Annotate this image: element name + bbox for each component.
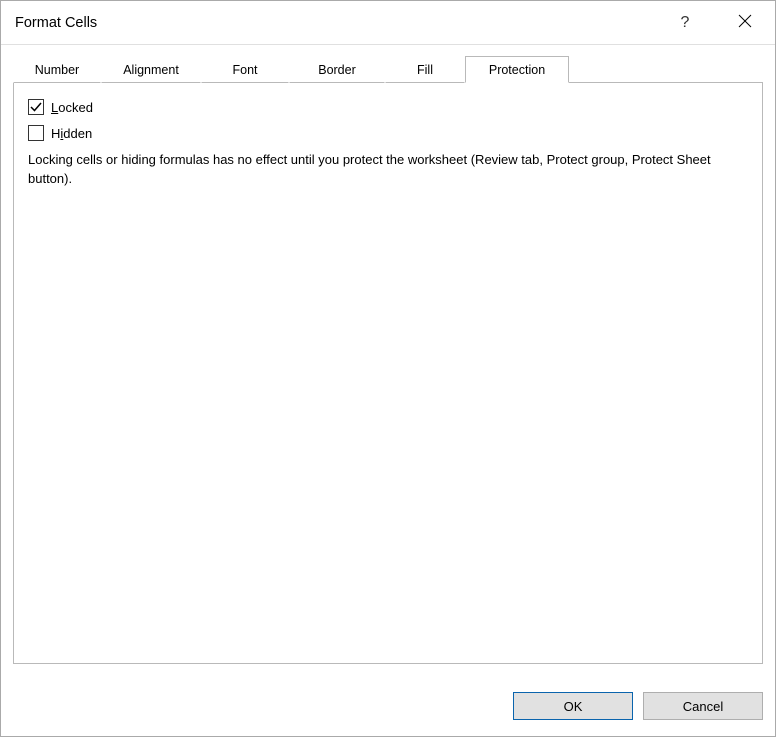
checkbox-locked-label: Locked [51, 100, 93, 115]
dialog-title: Format Cells [15, 15, 97, 31]
checkmark-icon [30, 101, 42, 113]
tab-label: Border [318, 63, 356, 77]
titlebar: Format Cells ? [1, 1, 775, 45]
format-cells-dialog: Format Cells ? Number Alignment Font Bor… [0, 0, 776, 737]
tab-number[interactable]: Number [13, 56, 101, 83]
checkbox-hidden-row[interactable]: Hidden [28, 125, 748, 141]
tabpane-protection: Locked Hidden Locking cells or hiding fo… [13, 83, 763, 664]
tab-alignment[interactable]: Alignment [101, 56, 201, 83]
tab-label: Font [232, 63, 257, 77]
ok-button[interactable]: OK [513, 692, 633, 720]
tab-font[interactable]: Font [201, 56, 289, 83]
checkbox-hidden-label: Hidden [51, 126, 92, 141]
tab-fill[interactable]: Fill [385, 56, 465, 83]
cancel-button[interactable]: Cancel [643, 692, 763, 720]
tab-label: Number [35, 63, 79, 77]
dialog-body: Number Alignment Font Border Fill Protec… [1, 45, 775, 676]
close-button[interactable] [715, 1, 775, 45]
close-icon [738, 14, 752, 31]
button-label: Cancel [683, 699, 723, 714]
checkbox-hidden[interactable] [28, 125, 44, 141]
help-button[interactable]: ? [655, 1, 715, 45]
tab-label: Alignment [123, 63, 179, 77]
checkbox-locked-row[interactable]: Locked [28, 99, 748, 115]
tab-label: Protection [489, 63, 545, 77]
protection-info-text: Locking cells or hiding formulas has no … [28, 151, 748, 189]
tabstrip: Number Alignment Font Border Fill Protec… [13, 55, 763, 83]
tab-border[interactable]: Border [289, 56, 385, 83]
dialog-button-row: OK Cancel [1, 676, 775, 736]
checkbox-locked[interactable] [28, 99, 44, 115]
tab-protection[interactable]: Protection [465, 56, 569, 83]
tab-label: Fill [417, 63, 433, 77]
button-label: OK [564, 699, 583, 714]
help-icon: ? [681, 14, 690, 32]
